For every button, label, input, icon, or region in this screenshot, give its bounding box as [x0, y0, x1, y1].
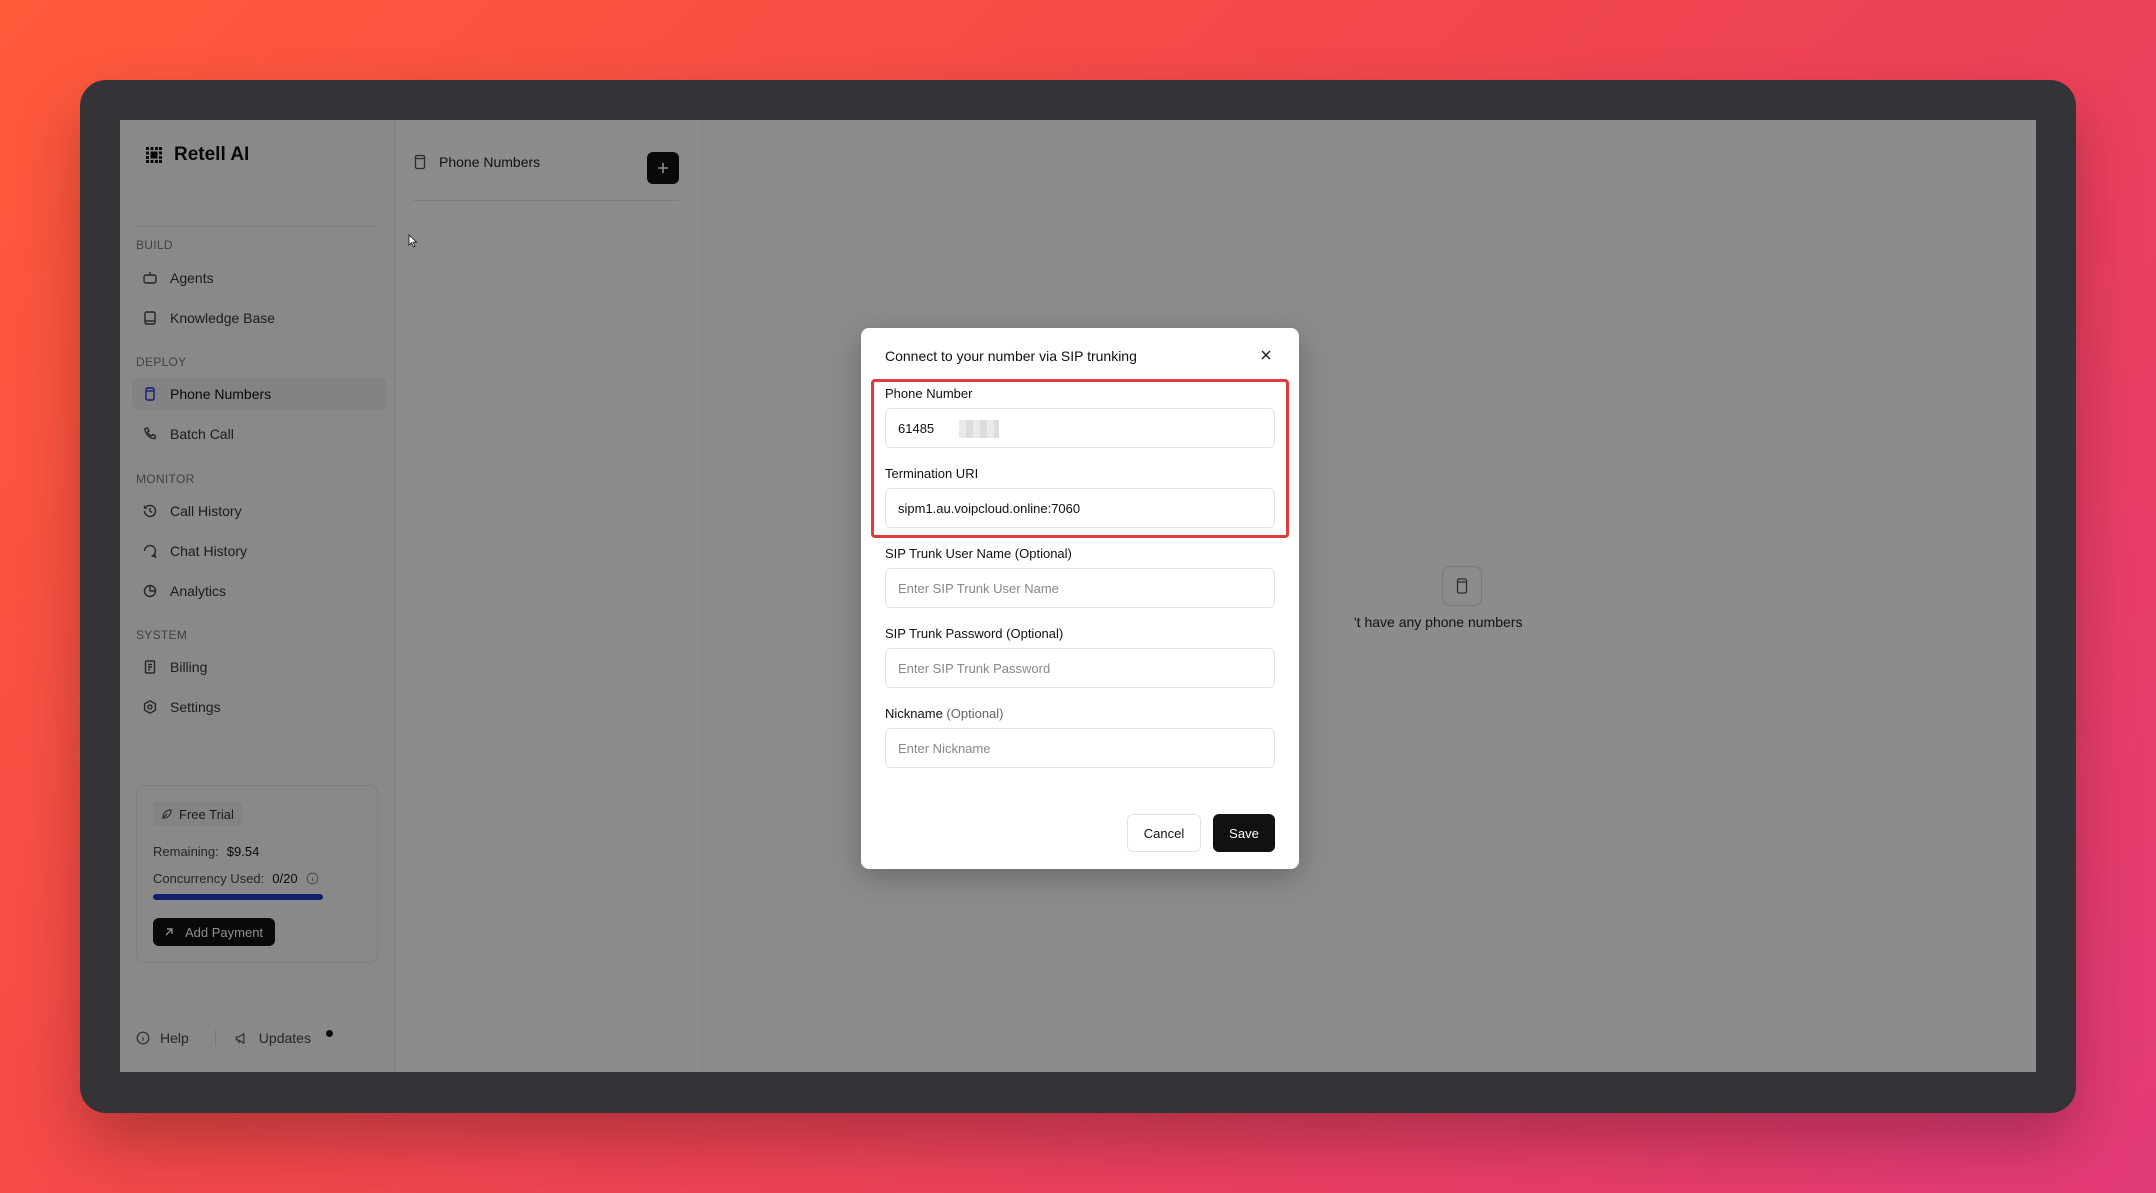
- nickname-label-text: Nickname: [885, 706, 943, 721]
- modal-title: Connect to your number via SIP trunking: [885, 348, 1137, 364]
- phone-number-label: Phone Number: [885, 386, 973, 401]
- sip-user-input[interactable]: [885, 568, 1275, 608]
- sip-trunking-modal: Connect to your number via SIP trunking …: [861, 328, 1299, 869]
- phone-number-input[interactable]: [885, 408, 1275, 448]
- termination-uri-label: Termination URI: [885, 466, 979, 481]
- nickname-input[interactable]: [885, 728, 1275, 768]
- close-button[interactable]: [1257, 346, 1275, 364]
- nickname-label: Nickname (Optional): [885, 706, 1004, 721]
- sip-password-label: SIP Trunk Password (Optional): [885, 626, 1064, 641]
- device-frame: Retell AI BUILD Agents Knowledge Base DE…: [80, 80, 2076, 1113]
- nickname-optional-text: (Optional): [946, 706, 1004, 721]
- save-button[interactable]: Save: [1213, 814, 1275, 852]
- redacted-digits: [959, 420, 999, 438]
- phone-number-field-wrap: [885, 408, 1275, 448]
- sip-password-input[interactable]: [885, 648, 1275, 688]
- sip-user-label: SIP Trunk User Name (Optional): [885, 546, 1072, 561]
- mouse-cursor-icon: [408, 234, 418, 248]
- close-icon: [1261, 350, 1271, 360]
- app-screen: Retell AI BUILD Agents Knowledge Base DE…: [120, 120, 2036, 1072]
- cancel-button[interactable]: Cancel: [1127, 814, 1201, 852]
- termination-uri-input[interactable]: [885, 488, 1275, 528]
